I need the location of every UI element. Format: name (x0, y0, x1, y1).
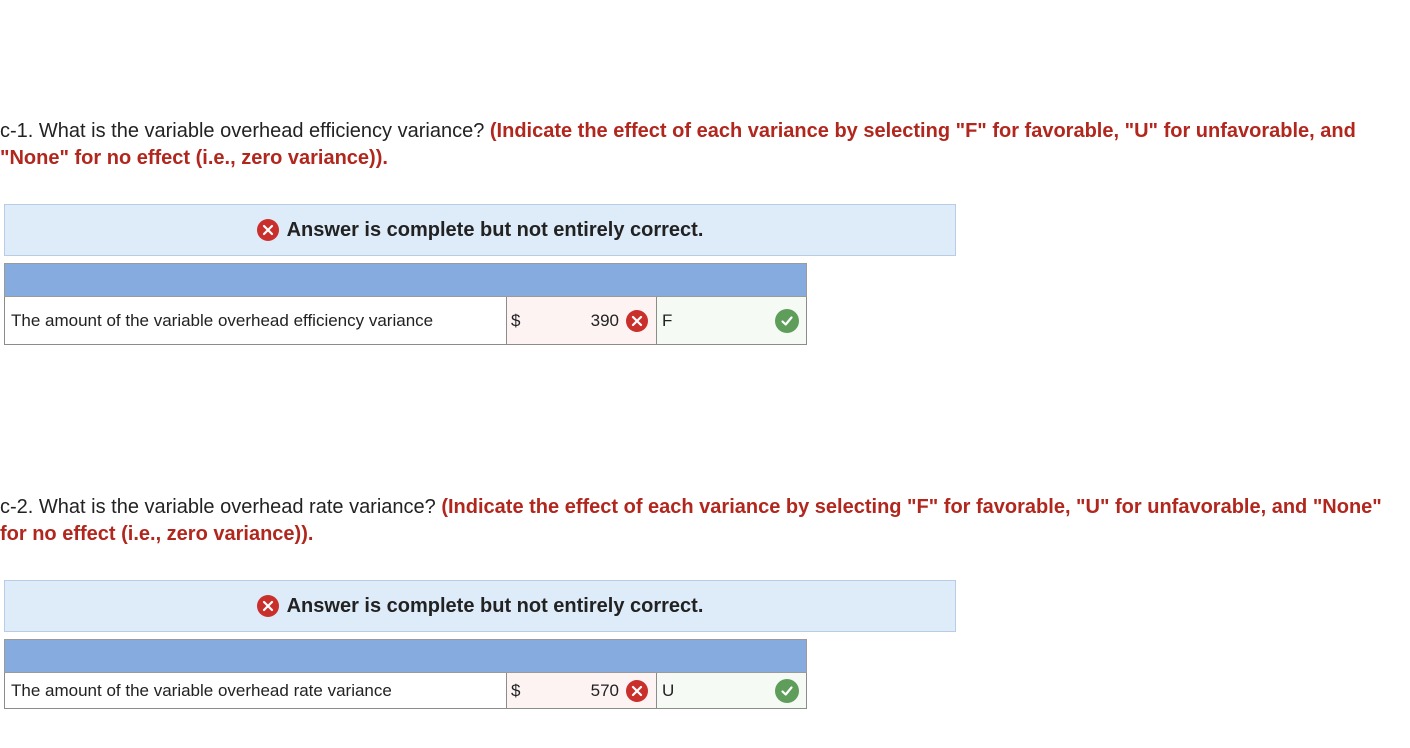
x-circle-icon (626, 679, 648, 702)
feedback-banner-c1: Answer is complete but not entirely corr… (4, 204, 956, 256)
x-circle-icon (256, 219, 279, 241)
answer-table-c2: The amount of the variable overhead rate… (4, 639, 807, 709)
table-row: The amount of the variable overhead rate… (4, 673, 807, 709)
table-row: The amount of the variable overhead effi… (4, 297, 807, 345)
row-label: The amount of the variable overhead effi… (5, 297, 507, 344)
question-c2: c-2. What is the variable overhead rate … (0, 494, 1400, 548)
question-c2-prompt: c-2. What is the variable overhead rate … (0, 496, 442, 518)
effect-select[interactable]: F (657, 297, 806, 344)
answer-table-c1: The amount of the variable overhead effi… (4, 263, 807, 345)
amount-value: 570 (590, 680, 619, 700)
table-header (4, 639, 807, 673)
table-header (4, 263, 807, 297)
question-c1-prompt: c-1. What is the variable overhead effic… (0, 120, 490, 142)
effect-select[interactable]: U (657, 673, 806, 708)
question-c1: c-1. What is the variable overhead effic… (0, 118, 1400, 172)
feedback-banner-c2: Answer is complete but not entirely corr… (4, 580, 956, 632)
feedback-message: Answer is complete but not entirely corr… (286, 218, 704, 241)
currency-symbol: $ (511, 310, 521, 330)
amount-value: 390 (590, 310, 619, 330)
x-circle-icon (626, 309, 648, 332)
check-circle-icon (775, 308, 799, 333)
effect-value: F (662, 310, 673, 330)
amount-field[interactable]: $ 390 (507, 297, 657, 344)
row-label: The amount of the variable overhead rate… (5, 673, 507, 708)
amount-field[interactable]: $ 570 (507, 673, 657, 708)
x-circle-icon (256, 595, 279, 617)
effect-value: U (662, 680, 675, 700)
currency-symbol: $ (511, 680, 521, 700)
check-circle-icon (775, 678, 799, 703)
feedback-message: Answer is complete but not entirely corr… (286, 594, 704, 617)
